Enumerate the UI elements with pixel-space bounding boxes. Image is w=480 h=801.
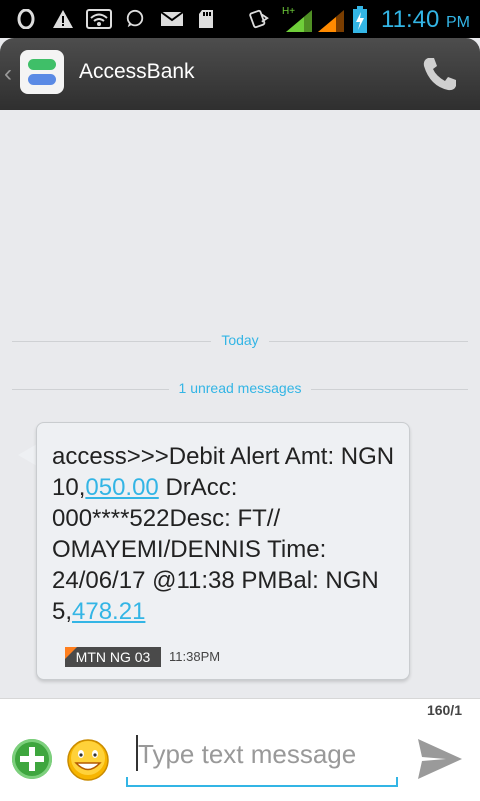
smiley-icon[interactable] (66, 738, 110, 782)
add-attachment-icon[interactable] (12, 739, 52, 779)
wifi-icon (86, 9, 112, 29)
message-number-link[interactable]: 478.21 (72, 598, 145, 625)
mail-icon (160, 11, 184, 26)
battery-charging-icon (353, 6, 367, 33)
whatsapp-icon (126, 9, 144, 28)
character-counter: 160/1 (426, 702, 462, 718)
message-input[interactable] (136, 735, 390, 773)
message-text: access>>>Debit Alert Amt: NGN 10,050.00 … (52, 441, 402, 627)
conversation-title: AccessBank (79, 60, 195, 83)
clock-time: 11:40 (381, 6, 440, 33)
action-bar: ‹ AccessBank (0, 38, 480, 110)
text-caret (136, 735, 138, 771)
data-transfer-icon (249, 9, 269, 29)
warning-icon (53, 10, 73, 28)
message-number-link[interactable]: 050.00 (85, 474, 158, 501)
compose-bar: 160/1 (0, 698, 480, 801)
date-divider: Today (12, 332, 468, 350)
opera-icon (17, 9, 35, 29)
send-icon[interactable] (416, 737, 464, 781)
sim-corner-marker (65, 647, 77, 659)
sim-badge: MTN NG 03 (65, 647, 161, 667)
signal-icon (318, 10, 344, 32)
date-divider-label: Today (211, 332, 269, 348)
messaging-app-icon[interactable] (20, 50, 64, 94)
message-input-area[interactable] (126, 725, 398, 787)
message-time: 11:38PM (169, 649, 221, 664)
sd-card-icon (199, 10, 213, 28)
back-chevron-icon[interactable]: ‹ (4, 60, 12, 88)
unread-divider: 1 unread messages (12, 380, 468, 398)
clock-ampm: PM (446, 14, 470, 31)
phone-call-icon[interactable] (420, 54, 460, 94)
message-bubble[interactable]: access>>>Debit Alert Amt: NGN 10,050.00 … (36, 422, 410, 680)
clock: 11:40 PM (381, 6, 470, 34)
status-bar: H+ 11:40 PM (0, 0, 480, 38)
signal-icon: H+ (282, 4, 312, 32)
unread-divider-label: 1 unread messages (168, 380, 312, 396)
bubble-tail (18, 444, 37, 466)
